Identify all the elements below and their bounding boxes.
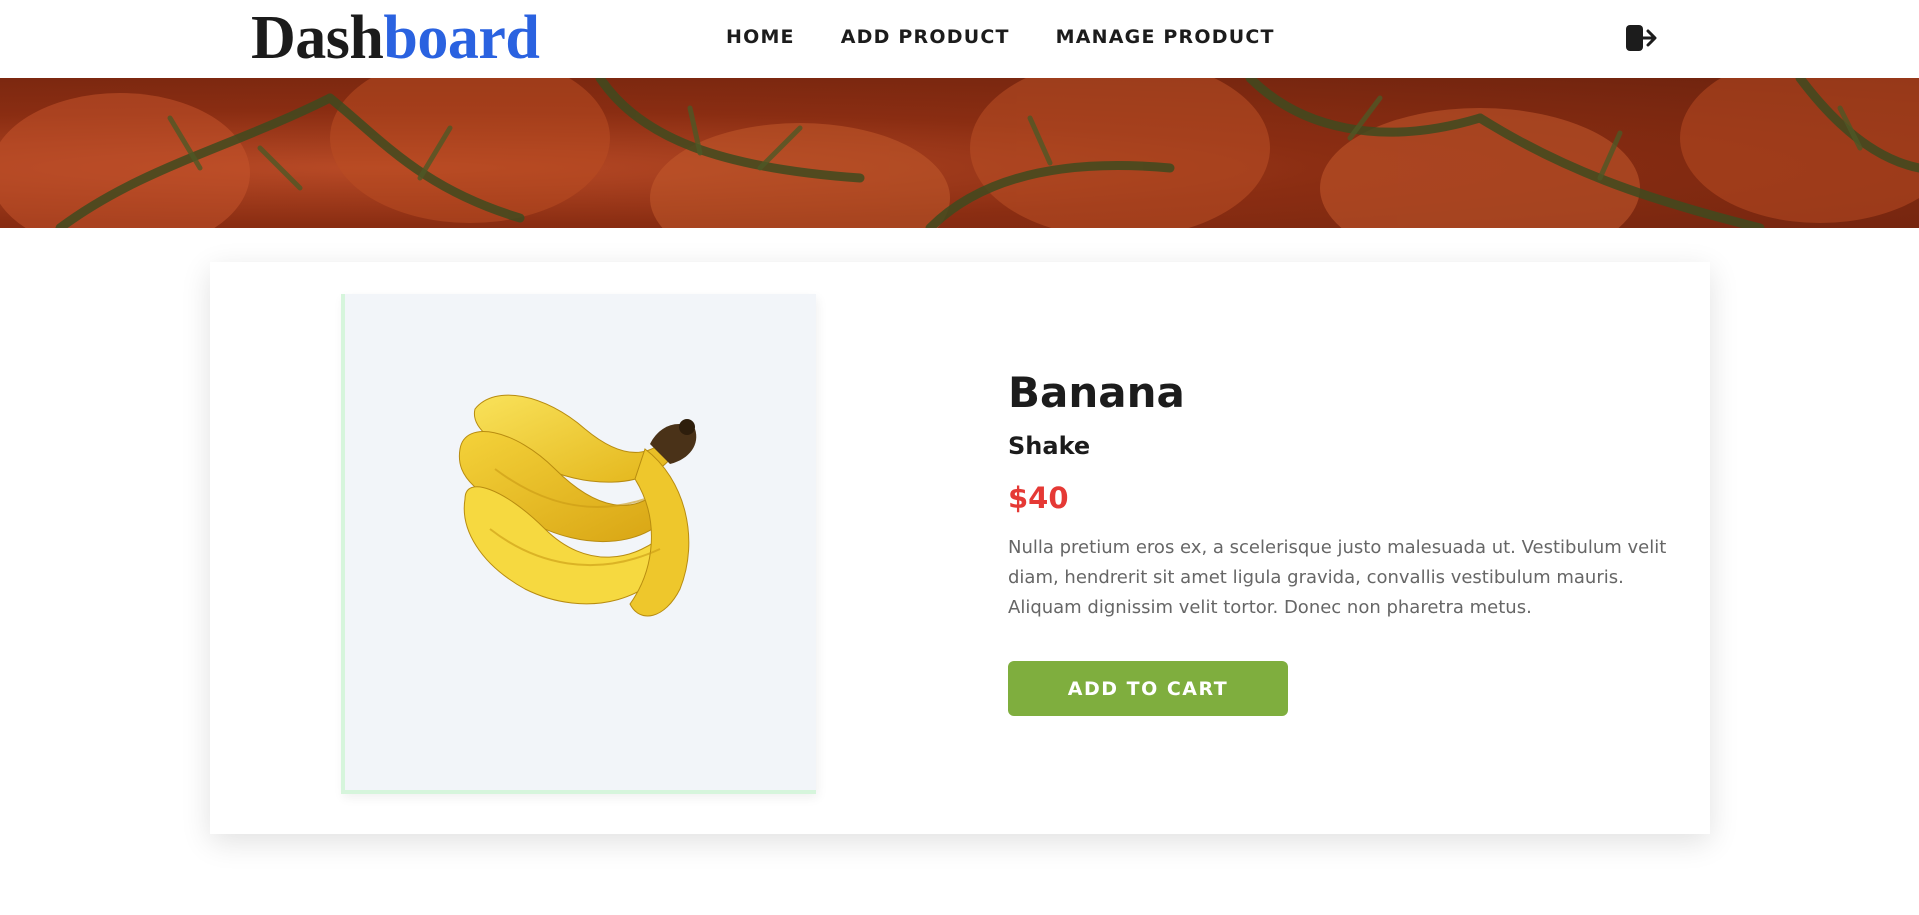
nav-add-product-link[interactable]: ADD PRODUCT: [841, 26, 1010, 48]
top-navbar: Dash board HOME ADD PRODUCT MANAGE PRODUC…: [0, 0, 1919, 78]
brand-text-dash: Dash: [251, 4, 384, 72]
main-nav: HOME ADD PRODUCT MANAGE PRODUCT: [726, 26, 1275, 48]
brand-text-board: board: [383, 4, 540, 72]
product-category: Shake: [1008, 432, 1091, 460]
brand-logo[interactable]: Dash board: [251, 4, 540, 72]
nav-manage-product-link[interactable]: MANAGE PRODUCT: [1056, 26, 1275, 48]
banana-image: [458, 394, 697, 617]
hero-banner: [0, 78, 1919, 228]
product-name: Banana: [1008, 368, 1185, 417]
product-info: Banana Shake $40 Nulla pretium eros ex, …: [1008, 367, 1668, 623]
product-card: Banana Shake $40 Nulla pretium eros ex, …: [210, 262, 1710, 834]
product-image-frame: [341, 294, 816, 794]
product-price: $40: [1008, 481, 1069, 515]
product-description: Nulla pretium eros ex, a scelerisque jus…: [1008, 537, 1667, 618]
nav-home-link[interactable]: HOME: [726, 26, 795, 48]
tomato-vine-image: [0, 78, 1919, 228]
logout-icon[interactable]: [1625, 22, 1659, 54]
add-to-cart-button[interactable]: ADD TO CART: [1008, 661, 1288, 716]
